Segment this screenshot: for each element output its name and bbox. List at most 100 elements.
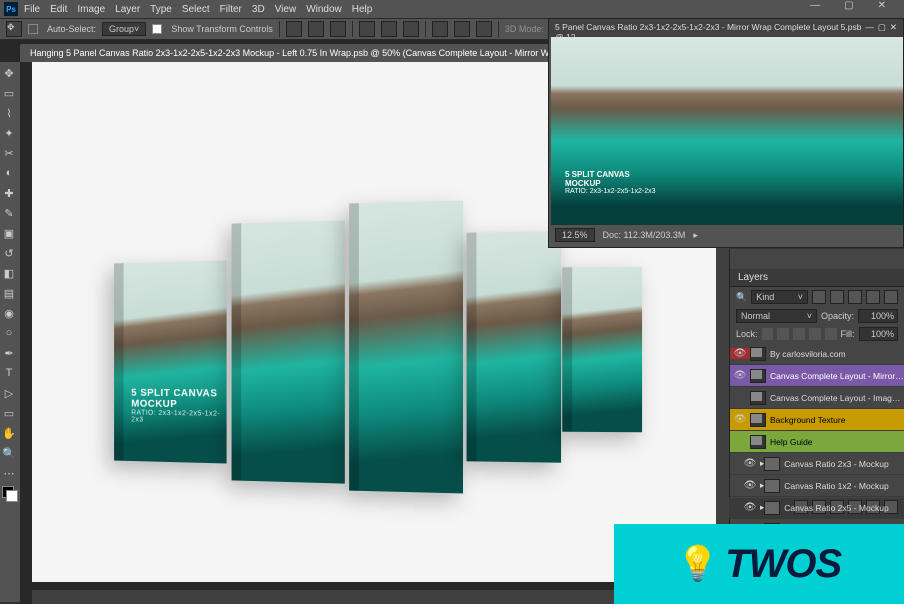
show-transform-checkbox[interactable] [152, 24, 162, 34]
align-center-h-icon[interactable] [308, 21, 324, 37]
auto-select-label: Auto-Select: [47, 24, 96, 34]
separator [279, 21, 280, 37]
visibility-toggle[interactable]: 👁 [740, 458, 760, 469]
document-tab[interactable]: Hanging 5 Panel Canvas Ratio 2x3-1x2-2x5… [20, 44, 613, 62]
visibility-toggle[interactable]: 👁 [740, 480, 760, 491]
path-tool[interactable]: ▷ [0, 384, 18, 402]
visibility-toggle[interactable]: 👁 [740, 502, 760, 513]
align-top-icon[interactable] [359, 21, 375, 37]
brush-tool[interactable]: ✎ [0, 204, 18, 222]
type-tool[interactable]: T [0, 364, 18, 382]
close-button[interactable]: ✕ [874, 0, 890, 11]
layer-row[interactable]: 👁▸Canvas Ratio 1x2 - Mockup [730, 475, 904, 497]
lock-position-icon[interactable] [793, 328, 805, 340]
zoom-tool[interactable]: 🔍 [0, 444, 18, 462]
zoom-level[interactable]: 12.5% [555, 228, 595, 242]
menu-view[interactable]: View [275, 4, 297, 15]
chevron-right-icon[interactable]: ▸ [693, 230, 698, 241]
doc-info: Doc: 112.3M/203.3M [603, 230, 686, 240]
secondary-document-window[interactable]: 5 Panel Canvas Ratio 2x3-1x2-2x5-1x2-2x3… [548, 18, 904, 248]
visibility-toggle[interactable]: 👁 [730, 348, 750, 359]
align-bottom-icon[interactable] [403, 21, 419, 37]
menu-layer[interactable]: Layer [115, 4, 140, 15]
align-right-icon[interactable] [330, 21, 346, 37]
filter-smart-icon[interactable] [884, 290, 898, 304]
minimize-button[interactable]: — [806, 0, 824, 11]
menu-filter[interactable]: Filter [220, 4, 242, 15]
color-swatches[interactable] [2, 486, 18, 498]
lock-artboard-icon[interactable] [809, 328, 821, 340]
layer-name: Canvas Ratio 2x5 - Mockup [784, 503, 904, 513]
menu-type[interactable]: Type [150, 4, 172, 15]
edit-toolbar[interactable]: ⋯ [0, 464, 18, 482]
heal-tool[interactable]: ✚ [0, 184, 18, 202]
auto-select-checkbox[interactable] [28, 24, 38, 34]
toolbox: ✥ ▭ ⌇ ✦ ✂ ◐ ✚ ✎ ▣ ↺ ◧ ▤ ◉ ○ ✒ T ▷ ▭ ✋ 🔍 … [0, 62, 20, 602]
filter-adjust-icon[interactable] [830, 290, 844, 304]
distribute-icon[interactable] [454, 21, 470, 37]
hand-tool[interactable]: ✋ [0, 424, 18, 442]
move-tool[interactable]: ✥ [0, 64, 18, 82]
lock-all-icon[interactable] [825, 328, 837, 340]
layer-row[interactable]: 👁Background Texture [730, 409, 904, 431]
layer-row[interactable]: 👁▸Canvas Ratio 2x3 - Mockup [730, 453, 904, 475]
separator [498, 21, 499, 37]
align-center-v-icon[interactable] [381, 21, 397, 37]
opacity-value[interactable]: 100% [858, 309, 898, 323]
lock-transparency-icon[interactable] [762, 328, 774, 340]
crop-tool[interactable]: ✂ [0, 144, 18, 162]
layer-row[interactable]: 👁By carlosviloria.com [730, 343, 904, 365]
wand-tool[interactable]: ✦ [0, 124, 18, 142]
float-close-button[interactable]: ✕ [890, 22, 897, 34]
menu-edit[interactable]: Edit [50, 4, 67, 15]
blur-tool[interactable]: ◉ [0, 304, 18, 322]
menu-file[interactable]: File [24, 4, 40, 15]
auto-select-dropdown[interactable]: Group ˅ [102, 22, 146, 36]
lightbulb-icon: 💡 [677, 544, 719, 584]
menu-help[interactable]: Help [352, 4, 373, 15]
folder-icon [764, 501, 780, 515]
secondary-canvas[interactable]: 5 SPLIT CANVAS MOCKUP RATIO: 2x3-1x2-2x5… [551, 37, 903, 225]
layer-row[interactable]: Canvas Complete Layout - Image Wrap [730, 387, 904, 409]
marquee-tool[interactable]: ▭ [0, 84, 18, 102]
float-maximize-button[interactable]: ▢ [878, 22, 886, 34]
dodge-tool[interactable]: ○ [0, 324, 18, 342]
shape-tool[interactable]: ▭ [0, 404, 18, 422]
distribute-icon[interactable] [476, 21, 492, 37]
eyedropper-tool[interactable]: ◐ [0, 164, 18, 182]
secondary-doc-tab[interactable]: 5 Panel Canvas Ratio 2x3-1x2-2x5-1x2-2x3… [555, 22, 865, 34]
float-minimize-button[interactable]: — [865, 22, 874, 34]
history-brush-tool[interactable]: ↺ [0, 244, 18, 262]
menu-3d[interactable]: 3D [252, 4, 265, 15]
lock-pixels-icon[interactable] [777, 328, 789, 340]
layers-panel-header[interactable]: Layers [730, 269, 904, 287]
gradient-tool[interactable]: ▤ [0, 284, 18, 302]
menu-image[interactable]: Image [77, 4, 105, 15]
visibility-toggle[interactable]: 👁 [730, 414, 750, 425]
layer-row[interactable]: Help Guide [730, 431, 904, 453]
maximize-button[interactable]: ▢ [840, 0, 857, 11]
search-icon: 🔍 [736, 292, 747, 303]
align-left-icon[interactable] [286, 21, 302, 37]
folder-icon [764, 457, 780, 471]
lasso-tool[interactable]: ⌇ [0, 104, 18, 122]
eraser-tool[interactable]: ◧ [0, 264, 18, 282]
canvas-panel-2 [232, 220, 345, 483]
pen-tool[interactable]: ✒ [0, 344, 18, 362]
menu-select[interactable]: Select [182, 4, 210, 15]
layer-row[interactable]: 👁Canvas Complete Layout - Mirror Wrap [730, 365, 904, 387]
blend-mode-dropdown[interactable]: Normal˅ [736, 309, 817, 323]
distribute-icon[interactable] [432, 21, 448, 37]
visibility-toggle[interactable]: 👁 [730, 370, 750, 381]
filter-type-icon[interactable] [848, 290, 862, 304]
fill-label: Fill: [841, 329, 855, 339]
menu-window[interactable]: Window [306, 4, 342, 15]
stamp-tool[interactable]: ▣ [0, 224, 18, 242]
fill-value[interactable]: 100% [859, 327, 898, 341]
layer-row[interactable]: 👁▸Canvas Ratio 2x5 - Mockup [730, 497, 904, 519]
filter-pixel-icon[interactable] [812, 290, 826, 304]
filter-shape-icon[interactable] [866, 290, 880, 304]
mockup-text: 5 SPLIT CANVAS MOCKUP RATIO: 2x3-1x2-2x5… [131, 388, 226, 425]
chevron-down-icon: ˅ [798, 292, 803, 302]
filter-kind-dropdown[interactable]: Kind˅ [751, 290, 808, 304]
